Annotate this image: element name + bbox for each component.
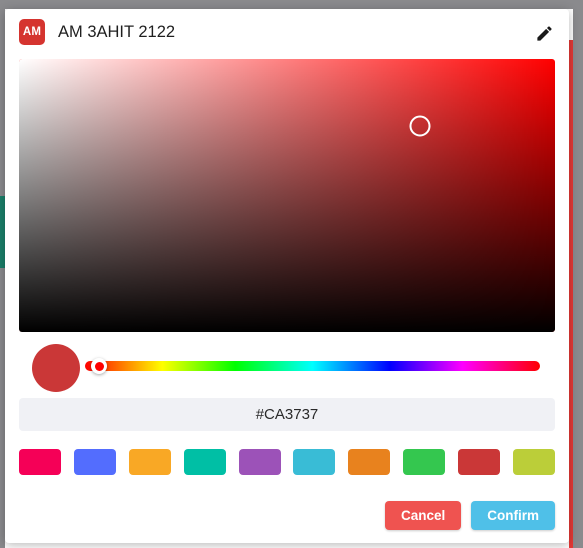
swatch-blue[interactable] [73,449,116,475]
swatch-teal[interactable] [183,449,226,475]
swatch-orange[interactable] [348,449,391,475]
saturation-value-panel[interactable] [19,59,555,332]
hue-slider-row [5,342,569,394]
swatch-amber[interactable] [128,449,171,475]
cancel-button[interactable]: Cancel [384,501,462,530]
hex-input[interactable] [19,398,555,431]
backdrop-top-bar [0,0,583,9]
color-preview [32,344,80,392]
backdrop-red-strip [569,40,573,548]
color-picker-dialog: AM AM 3AHIT 2122 Cancel Confi [5,9,569,543]
confirm-button[interactable]: Confirm [471,501,555,530]
avatar: AM [19,19,45,45]
swatch-lime[interactable] [512,449,555,475]
swatch-pink[interactable] [19,449,61,475]
palette-swatches [19,449,555,477]
hue-slider-track[interactable] [85,361,540,371]
backdrop-right-bar [573,0,583,548]
pencil-icon[interactable] [533,22,555,44]
dialog-header: AM AM 3AHIT 2122 [5,9,569,55]
swatch-cyan[interactable] [293,449,336,475]
hue-thumb-dot [94,361,104,371]
swatch-purple[interactable] [238,449,281,475]
swatch-red[interactable] [458,449,500,475]
value-layer [19,59,555,332]
dialog-actions: Cancel Confirm [384,501,555,530]
color-picker-handle[interactable] [409,115,431,137]
screen: AM AM 3AHIT 2122 Cancel Confi [0,0,583,548]
swatch-green[interactable] [403,449,446,475]
dialog-title: AM 3AHIT 2122 [58,22,176,41]
hue-slider-thumb[interactable] [91,358,107,374]
